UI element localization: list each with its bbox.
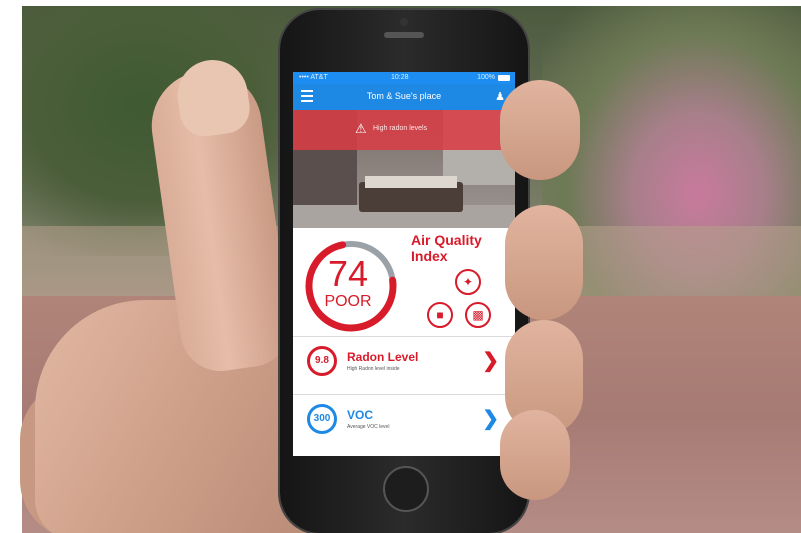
app-header: Tom & Sue's place ♟ <box>293 84 515 110</box>
front-camera <box>400 18 408 26</box>
smartphone: •••• AT&T 10:28 100% Tom & Sue's place ♟… <box>280 10 528 533</box>
room-photo: ⚠ High radon levels <box>293 110 515 228</box>
photo-scene: •••• AT&T 10:28 100% Tom & Sue's place ♟… <box>0 0 801 533</box>
aqi-value: 74 <box>327 253 369 294</box>
aqi-rating: POOR <box>324 293 372 310</box>
page-title: Tom & Sue's place <box>366 91 442 101</box>
app-screen: •••• AT&T 10:28 100% Tom & Sue's place ♟… <box>293 72 515 456</box>
radon-badge: 9.8 <box>307 346 337 376</box>
pin-icon[interactable]: ✦ <box>455 269 481 295</box>
chevron-right-icon[interactable]: ❯ <box>482 409 499 429</box>
bed-sheet <box>365 176 457 188</box>
hamburger-menu-icon[interactable] <box>301 90 313 104</box>
battery-percent: 100% <box>477 74 495 81</box>
carrier-signal: •••• AT&T <box>299 74 328 81</box>
air-quality-panel: 74 POOR Air Quality Index ✦ ■ ▩ <box>293 228 515 336</box>
status-bar: •••• AT&T 10:28 100% <box>293 72 515 84</box>
aqi-title: Air Quality Index <box>411 232 482 264</box>
chart-icon[interactable]: ▩ <box>465 302 491 328</box>
info-icon[interactable]: ■ <box>427 302 453 328</box>
finger-middle <box>505 205 583 320</box>
finger-index <box>500 80 580 180</box>
finger-little <box>500 410 570 500</box>
warning-icon: ⚠ <box>355 121 367 136</box>
battery-icon <box>498 75 510 81</box>
alert-text: High radon levels <box>373 125 428 132</box>
chevron-right-icon[interactable]: ❯ <box>482 351 499 371</box>
radon-description: High Radon level inside <box>347 366 400 372</box>
list-item-radon[interactable]: 9.8 Radon Level High Radon level inside … <box>293 336 515 389</box>
home-button[interactable] <box>383 466 429 512</box>
voc-label: VOC <box>347 408 374 422</box>
list-item-voc[interactable]: 300 VOC Average VOC level ❯ <box>293 394 515 447</box>
earpiece-speaker <box>384 32 424 38</box>
radon-label: Radon Level <box>347 350 419 364</box>
alert-banner[interactable]: ⚠ High radon levels <box>293 110 515 150</box>
voc-description: Average VOC level <box>347 424 390 430</box>
voc-badge: 300 <box>307 404 337 434</box>
status-time: 10:28 <box>391 74 409 81</box>
